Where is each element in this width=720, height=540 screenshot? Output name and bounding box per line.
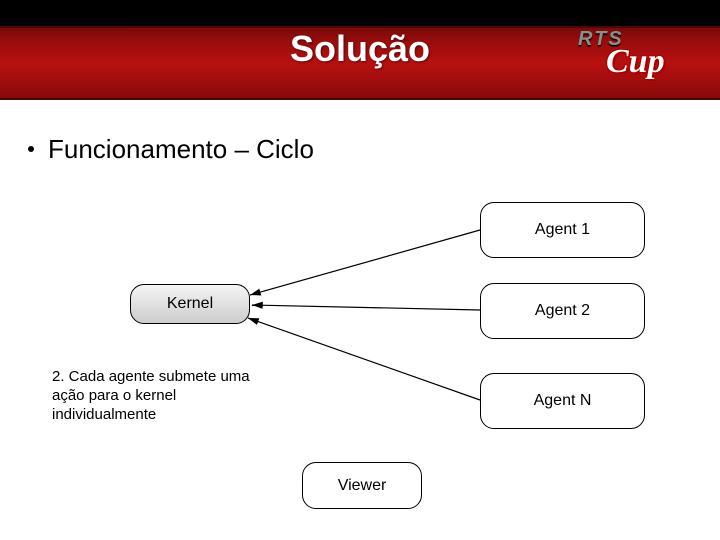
agent-2-label: Agent 2 [535, 302, 590, 320]
agent-2-node: Agent 2 [480, 283, 645, 339]
viewer-node: Viewer [302, 462, 422, 509]
kernel-node: Kernel [130, 284, 250, 324]
agent-n-node: Agent N [480, 373, 645, 429]
agent-1-node: Agent 1 [480, 202, 645, 258]
slide-content: Funcionamento – Ciclo Kernel Agent 1 Age… [0, 100, 720, 540]
bullet-line: Funcionamento – Ciclo [28, 134, 314, 165]
bullet-text: Funcionamento – Ciclo [48, 134, 314, 164]
agent-1-label: Agent 1 [535, 221, 590, 239]
slide-header: Solução RTS Cup [0, 0, 720, 100]
bullet-dot-icon [28, 146, 34, 152]
viewer-label: Viewer [338, 477, 387, 495]
rts-cup-logo: RTS Cup [578, 30, 708, 92]
diagram-caption: 2. Cada agente submete uma ação para o k… [52, 368, 282, 424]
logo-line-2: Cup [606, 48, 708, 76]
agent-n-label: Agent N [534, 392, 592, 410]
kernel-label: Kernel [167, 295, 213, 313]
